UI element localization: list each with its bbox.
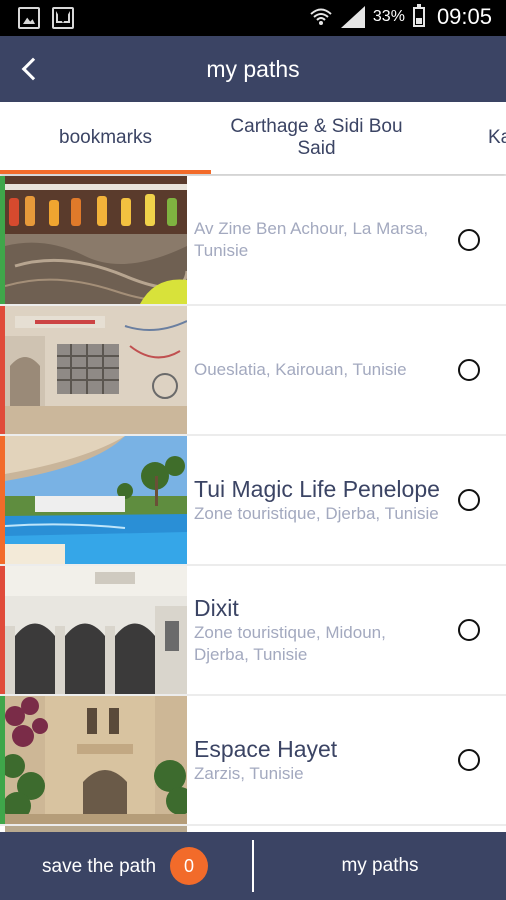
place-name: Dixit [194, 594, 239, 621]
select-radio[interactable] [458, 749, 480, 771]
place-thumbnail [5, 176, 187, 304]
list-item[interactable]: Espace Hayet Zarzis, Tunisie [0, 696, 506, 824]
wifi-icon [309, 6, 333, 28]
save-path-button[interactable]: save the path 0 [0, 832, 252, 900]
select-radio[interactable] [458, 359, 480, 381]
save-path-label: save the path [42, 856, 157, 877]
tab-carthage-sidi-bou-said[interactable]: Carthage & Sidi Bou Said [211, 102, 422, 174]
tab-ka[interactable]: Ka [488, 102, 506, 174]
signal-icon [340, 6, 365, 28]
tab-bar: bookmarks Carthage & Sidi Bou Said Ka [0, 102, 506, 174]
saved-count-badge: 0 [170, 847, 208, 885]
tab-bookmarks[interactable]: bookmarks [0, 102, 211, 174]
page-title: my paths [206, 56, 300, 82]
place-address: Zarzis, Tunisie [194, 763, 304, 783]
place-name: Tui Magic Life Penelope [194, 475, 440, 502]
list-item[interactable]: Oueslatia, Kairouan, Tunisie [0, 306, 506, 434]
place-address: Zone touristique, Djerba, Tunisie [194, 503, 439, 523]
battery-icon [412, 4, 425, 27]
place-address: Zone touristique, Midoun, Djerba, Tunisi… [194, 622, 386, 664]
list-item[interactable]: Dixit Zone touristique, Midoun, Djerba, … [0, 566, 506, 694]
place-thumbnail [5, 566, 187, 694]
status-bar: 33% 09:05 [0, 0, 506, 36]
place-address: Oueslatia, Kairouan, Tunisie [194, 360, 407, 379]
list-item[interactable]: Tui Magic Life Penelope Zone touristique… [0, 436, 506, 564]
place-address: Av Zine Ben Achour, La Marsa, Tunisie [194, 219, 429, 260]
tab-indicator [0, 170, 211, 174]
place-thumbnail [5, 696, 187, 824]
app-bar: my paths [0, 36, 506, 102]
select-radio[interactable] [458, 619, 480, 641]
battery-percent: 33% [372, 8, 405, 25]
place-name: Espace Hayet [194, 735, 338, 762]
gallery-icon [18, 7, 40, 29]
mail-icon [52, 7, 74, 29]
my-paths-button[interactable]: my paths [254, 832, 506, 900]
place-list: Av Zine Ben Achour, La Marsa, Tunisie Ou… [0, 176, 506, 832]
select-radio[interactable] [458, 229, 480, 251]
place-thumbnail [5, 436, 187, 564]
list-item[interactable]: Av Zine Ben Achour, La Marsa, Tunisie [0, 176, 506, 304]
select-radio[interactable] [458, 489, 480, 511]
clock: 09:05 [436, 4, 492, 29]
place-thumbnail [5, 306, 187, 434]
bottom-bar: save the path 0 my paths [0, 832, 506, 900]
